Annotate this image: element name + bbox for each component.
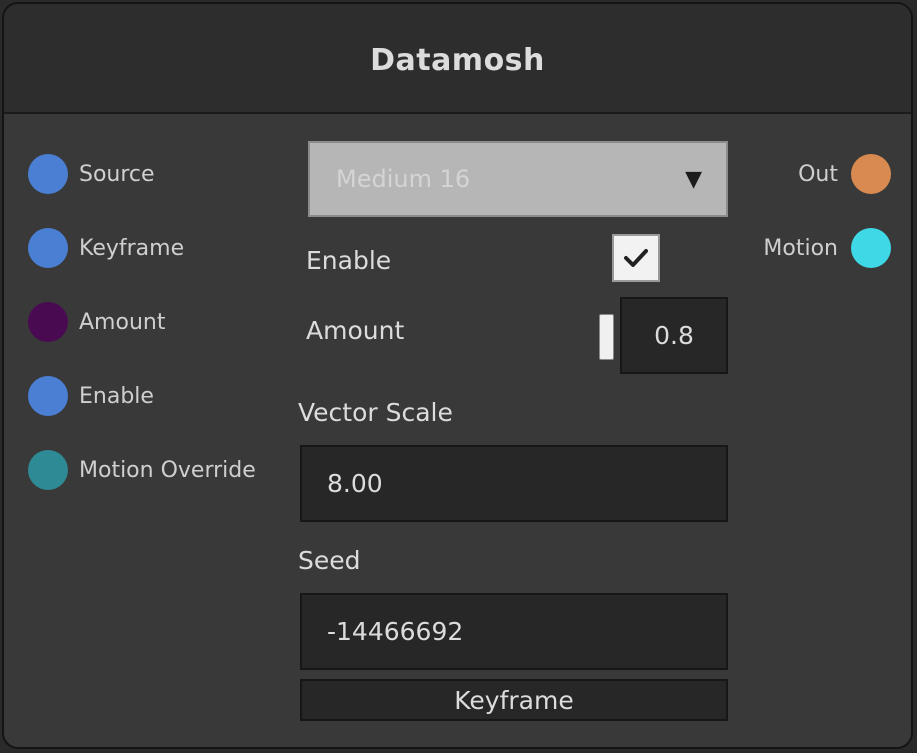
keyframe-button[interactable]: Keyframe [300, 679, 728, 721]
vector-scale-label: Vector Scale [298, 398, 453, 427]
seed-label: Seed [298, 546, 361, 575]
port-label: Motion [763, 235, 838, 261]
port-label: Motion Override [79, 457, 256, 483]
input-socket-icon[interactable] [28, 376, 68, 416]
checkmark-icon [624, 249, 648, 267]
output-port-out[interactable]: Out [798, 154, 891, 194]
port-label: Enable [79, 383, 154, 409]
dropdown-value: Medium 16 [336, 165, 471, 193]
input-socket-icon[interactable] [28, 228, 68, 268]
enable-checkbox[interactable] [612, 234, 660, 282]
input-socket-icon[interactable] [28, 450, 68, 490]
amount-slider-handle[interactable] [599, 314, 614, 360]
triangle-down-icon: ▼ [685, 166, 702, 192]
datamosh-node[interactable]: Datamosh Source Keyframe Amount Enable M… [2, 2, 913, 749]
input-socket-icon[interactable] [28, 302, 68, 342]
port-label: Keyframe [79, 235, 185, 261]
amount-field[interactable]: 0.8 [620, 297, 728, 374]
node-title: Datamosh [370, 42, 545, 78]
input-port-amount[interactable]: Amount [28, 302, 165, 342]
amount-label: Amount [306, 316, 405, 345]
input-port-motion-override[interactable]: Motion Override [28, 450, 256, 490]
output-socket-icon[interactable] [851, 154, 891, 194]
input-port-keyframe[interactable]: Keyframe [28, 228, 184, 268]
output-socket-icon[interactable] [851, 228, 891, 268]
seed-field[interactable]: -14466692 [300, 593, 728, 670]
node-header[interactable]: Datamosh [4, 4, 911, 114]
port-label: Amount [79, 309, 166, 335]
enable-label: Enable [306, 246, 392, 275]
output-port-motion[interactable]: Motion [763, 228, 891, 268]
port-label: Source [79, 161, 155, 187]
input-socket-icon[interactable] [28, 154, 68, 194]
input-port-enable[interactable]: Enable [28, 376, 154, 416]
input-port-source[interactable]: Source [28, 154, 155, 194]
vector-scale-field[interactable]: 8.00 [300, 445, 728, 522]
mode-dropdown[interactable]: Medium 16 ▼ [308, 141, 728, 217]
port-label: Out [798, 161, 838, 187]
